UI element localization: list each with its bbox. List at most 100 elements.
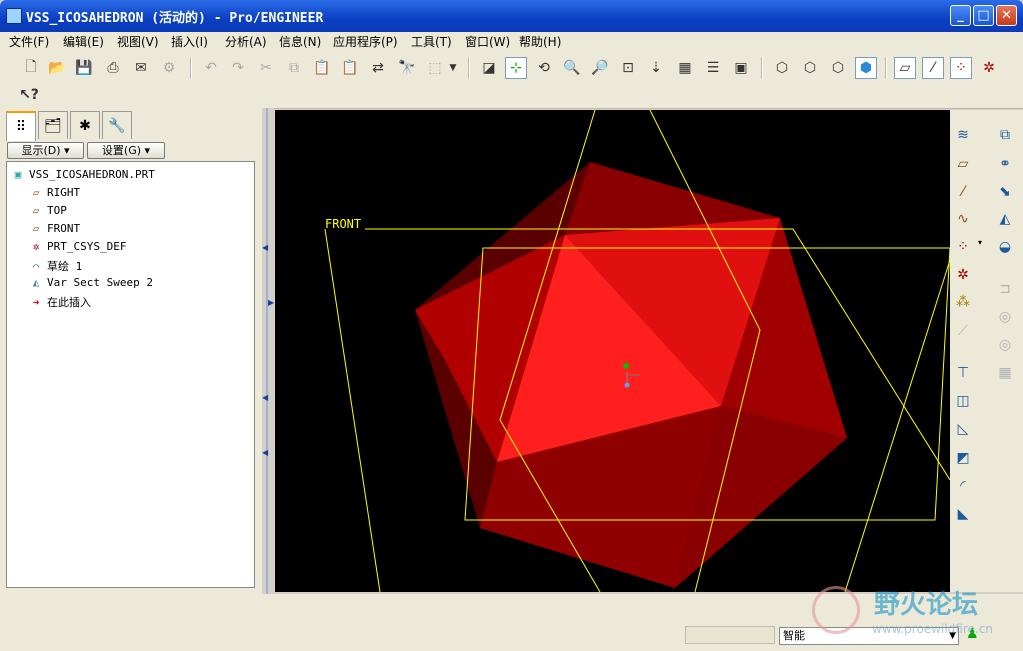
zoom-in-icon[interactable]: 🔍 <box>561 57 583 79</box>
hidden-line-icon[interactable]: ⬡ <box>799 57 821 79</box>
graphics-window[interactable]: FRONT <box>275 110 950 592</box>
datum-point-display-icon[interactable]: ⁘ <box>950 57 972 79</box>
rib-icon[interactable]: ◎ <box>994 306 1016 328</box>
menu-view[interactable]: 视图(V) <box>117 33 159 50</box>
csys-icon: ✲ <box>32 240 40 253</box>
datum-csys-icon[interactable]: ✲ <box>952 264 974 286</box>
sweep-blend-icon[interactable]: ◺ <box>952 418 974 440</box>
redo-icon[interactable]: ↷ <box>227 57 249 79</box>
undo-icon[interactable]: ↶ <box>200 57 222 79</box>
datum-plane-icon[interactable]: ▱ <box>952 153 974 175</box>
paste-special-icon[interactable]: 📋 <box>339 57 361 79</box>
mirror-icon[interactable]: ⧉ <box>994 124 1016 146</box>
model-tree-tab-icon[interactable]: ⠿ <box>6 111 36 141</box>
menu-analysis[interactable]: 分析(A) <box>225 33 267 50</box>
menu-help[interactable]: 帮助(H) <box>519 33 561 50</box>
close-button[interactable]: ✕ <box>996 5 1017 26</box>
menu-insert[interactable]: 插入(I) <box>171 33 208 50</box>
tree-item-right[interactable]: ▱ RIGHT <box>29 186 80 199</box>
tree-item-sweep[interactable]: ◭ Var Sect Sweep 2 <box>29 276 153 289</box>
datum-label-front: FRONT <box>325 217 362 231</box>
copy-icon[interactable]: ⧉ <box>283 57 305 79</box>
maximize-button[interactable]: □ <box>973 5 994 26</box>
settings-button-label: 设置(G) <box>101 144 142 157</box>
revolve-icon[interactable]: ◫ <box>952 390 974 412</box>
hole-icon[interactable]: ◒ <box>994 236 1016 258</box>
cut-icon[interactable]: ✂ <box>255 57 277 79</box>
menu-window[interactable]: 窗口(W) <box>465 33 510 50</box>
round-icon[interactable]: ◜ <box>952 475 974 497</box>
tree-item-part[interactable]: ▣ VSS_ICOSAHEDRON.PRT <box>11 168 155 181</box>
tree-item-csys[interactable]: ✲ PRT_CSYS_DEF <box>29 240 127 253</box>
menu-file[interactable]: 文件(F) <box>9 33 49 50</box>
panel-splitter[interactable]: ◀ ▶ ◀ ◀ <box>262 108 274 594</box>
extrude-icon[interactable]: ⊤ <box>952 362 974 384</box>
pattern-icon[interactable]: ◭ <box>994 208 1016 230</box>
collapse-arrow-icon[interactable]: ◀ <box>262 243 268 252</box>
open-icon[interactable]: 📂 <box>46 57 68 79</box>
favorites-tab-icon[interactable]: ✱ <box>70 111 100 139</box>
selection-filter-value: 智能 <box>783 629 805 642</box>
status-message-area <box>685 626 775 644</box>
trim-icon[interactable]: ⬊ <box>994 181 1016 203</box>
select-dropdown-icon[interactable]: ▼ <box>447 57 459 79</box>
save-icon[interactable]: 💾 <box>73 57 95 79</box>
sketched-curve-icon[interactable]: ∿ <box>952 208 974 230</box>
reorient-icon[interactable]: ⇣ <box>645 57 667 79</box>
zoom-out-icon[interactable]: 🔎 <box>589 57 611 79</box>
show-dropdown-button[interactable]: 显示(D) ▾ <box>7 142 84 159</box>
wireframe-icon[interactable]: ⬡ <box>771 57 793 79</box>
print-icon[interactable]: ⎙ <box>102 57 124 79</box>
shell-icon[interactable]: ⊐ <box>994 278 1016 300</box>
regenerate-icon[interactable]: ⇄ <box>367 57 389 79</box>
chamfer-icon[interactable]: ◣ <box>952 503 974 525</box>
redraw-icon[interactable]: ◪ <box>478 57 500 79</box>
spin-center-icon[interactable]: ⊹ <box>505 57 527 79</box>
find-icon[interactable]: 🔭 <box>396 57 418 79</box>
toolbar: 🗋 📂 💾 ⎙ ✉ ⚙ ↶ ↷ ✂ ⧉ 📋 📋 ⇄ 🔭 ⬚ ▼ ◪ ⊹ ⟲ 🔍 … <box>0 50 1023 109</box>
datum-axis-icon[interactable]: ⁄ <box>952 181 974 203</box>
merge-icon[interactable]: ⚭ <box>994 153 1016 175</box>
disabled-tool-icon[interactable]: ⟋ <box>952 320 974 342</box>
grid-icon[interactable]: ▦ <box>994 362 1016 384</box>
layers-icon[interactable]: ☰ <box>702 57 724 79</box>
orient-mode-icon[interactable]: ⟲ <box>533 57 555 79</box>
paste-icon[interactable]: 📋 <box>311 57 333 79</box>
tree-item-front[interactable]: ▱ FRONT <box>29 222 80 235</box>
datum-point-icon[interactable]: ⁘ <box>952 236 974 258</box>
datum-plane-display-icon[interactable]: ▱ <box>894 57 916 79</box>
no-hidden-icon[interactable]: ⬡ <box>827 57 849 79</box>
saved-views-icon[interactable]: ▣ <box>730 57 752 79</box>
insert-here-arrow-icon: ➜ <box>32 295 40 309</box>
menu-edit[interactable]: 编辑(E) <box>63 33 104 50</box>
tree-item-top[interactable]: ▱ TOP <box>29 204 67 217</box>
tree-item-insert-here[interactable]: ➜ 在此插入 <box>29 294 91 310</box>
datum-axis-display-icon[interactable]: ⁄ <box>922 57 944 79</box>
tree-item-sketch[interactable]: ⌒ 草绘 1 <box>29 258 83 274</box>
connections-tab-icon[interactable]: 🔧 <box>102 111 132 139</box>
new-icon[interactable]: 🗋 <box>20 57 42 79</box>
menu-info[interactable]: 信息(N) <box>279 33 321 50</box>
regen-icon[interactable]: ⚙ <box>158 57 180 79</box>
shading-icon[interactable]: ⬢ <box>855 57 877 79</box>
collapse-arrow-icon[interactable]: ◀ <box>262 448 268 457</box>
menu-applications[interactable]: 应用程序(P) <box>333 33 398 50</box>
datum-plane-icon: ▱ <box>32 186 40 199</box>
boundary-blend-icon[interactable]: ◩ <box>952 447 974 469</box>
expand-arrow-icon[interactable]: ▶ <box>268 298 274 307</box>
csys-display-icon[interactable]: ✲ <box>978 57 1000 79</box>
whats-this-icon[interactable]: ↖? <box>18 84 40 106</box>
select-box-icon[interactable]: ⬚ <box>424 57 446 79</box>
datum-curve-icon[interactable]: ≋ <box>952 124 974 146</box>
minimize-button[interactable]: _ <box>950 5 971 26</box>
view-manager-icon[interactable]: ▦ <box>674 57 696 79</box>
folder-browser-tab-icon[interactable]: 🗂 <box>38 111 68 139</box>
settings-dropdown-button[interactable]: 设置(G) ▾ <box>87 142 165 159</box>
collapse-arrow-icon[interactable]: ◀ <box>262 393 268 402</box>
refit-icon[interactable]: ⊡ <box>617 57 639 79</box>
menu-tools[interactable]: 工具(T) <box>411 33 452 50</box>
send-mail-icon[interactable]: ✉ <box>130 57 152 79</box>
datum-point-dropdown-icon[interactable]: ▾ <box>978 238 982 247</box>
analysis-feature-icon[interactable]: ⁂ <box>952 291 974 313</box>
draft-icon[interactable]: ◎ <box>994 334 1016 356</box>
